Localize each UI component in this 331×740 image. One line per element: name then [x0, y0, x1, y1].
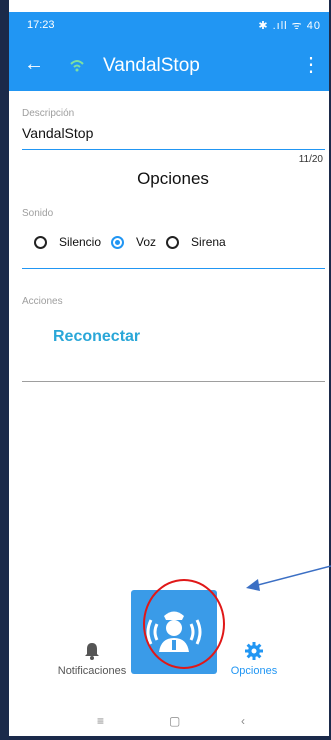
radio-silencio[interactable]	[34, 235, 47, 249]
sound-radio-group: Silencio Voz Sirena	[34, 233, 236, 251]
wifi-icon	[70, 60, 84, 72]
more-options-icon[interactable]: ⋮	[301, 55, 321, 75]
back-nav-icon[interactable]: ‹	[241, 714, 245, 728]
radio-voz[interactable]	[111, 235, 125, 249]
gear-icon	[245, 642, 263, 660]
home-icon[interactable]: ▢	[169, 714, 180, 728]
sound-underline	[22, 268, 325, 269]
nav-notificaciones-label: Notificaciones	[57, 665, 127, 677]
back-arrow-icon[interactable]: ←	[24, 54, 44, 74]
status-time: 17:23	[27, 19, 55, 31]
radio-sirena[interactable]	[166, 235, 180, 249]
reconnect-button[interactable]: Reconectar	[53, 328, 140, 346]
annotation-circle	[143, 579, 225, 669]
radio-sirena-label[interactable]: Sirena	[191, 235, 226, 249]
description-input[interactable]: VandalStop	[22, 125, 93, 141]
outer-frame-left	[0, 0, 9, 740]
description-counter: 11/20	[298, 154, 323, 165]
annotation-arrow-icon	[246, 565, 331, 591]
actions-divider	[22, 381, 325, 382]
status-bar: 17:23 ✱ .ıll ᯤ 40	[9, 12, 329, 38]
description-underline	[22, 149, 325, 150]
sound-label: Sonido	[22, 208, 54, 219]
description-label: Descripción	[22, 108, 75, 119]
app-bar: 17:23 ✱ .ıll ᯤ 40 ← VandalStop ⋮	[9, 12, 329, 91]
actions-label: Acciones	[22, 296, 63, 307]
radio-voz-label[interactable]: Voz	[136, 235, 156, 249]
system-navigation-bar: ≡ ▢ ‹	[9, 712, 329, 734]
outer-frame-bottom	[0, 736, 331, 740]
radio-silencio-label[interactable]: Silencio	[59, 235, 101, 249]
nav-item-opciones[interactable]: Opciones	[219, 642, 289, 677]
options-heading: Opciones	[137, 169, 209, 188]
nav-item-notificaciones[interactable]: Notificaciones	[57, 642, 127, 677]
status-icons: ✱ .ıll ᯤ 40	[258, 20, 321, 32]
bell-icon	[85, 643, 99, 660]
nav-opciones-label: Opciones	[230, 665, 278, 677]
menu-icon[interactable]: ≡	[97, 714, 104, 728]
app-title: VandalStop	[103, 55, 200, 76]
